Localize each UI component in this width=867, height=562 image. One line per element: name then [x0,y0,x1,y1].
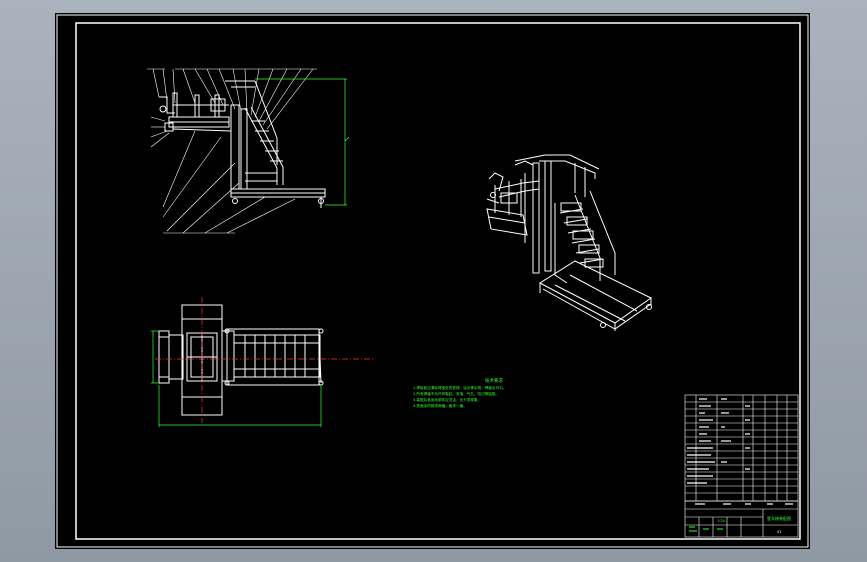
plan-view [158,304,324,416]
cad-viewport[interactable]: 技术要求 1.焊接前应清除焊接处的铁锈、油污等杂物，焊缝应均匀。 2.所有焊缝不… [0,0,867,562]
note-line-1: 1.焊接前应清除焊接处的铁锈、油污等杂物，焊缝应均匀。 [413,385,506,390]
drawing-scale: 1:20 [717,519,725,523]
drawing-name: 登车梯装配图 [767,515,791,521]
side-elevation-view [159,80,326,208]
drawing-sheet[interactable]: 技术要求 1.焊接前应清除焊接处的铁锈、油污等杂物，焊缝应均匀。 2.所有焊缝不… [55,13,810,549]
notes-title: 技术要求 [485,377,503,384]
technical-notes: 技术要求 1.焊接前应清除焊接处的铁锈、油污等杂物，焊缝应均匀。 2.所有焊缝不… [413,377,506,408]
note-line-4: 4.表面涂防锈漆两遍，面漆一遍。 [413,403,467,408]
title-block-text: 登车梯装配图 1:20 01 [717,515,791,534]
isometric-view [486,154,652,331]
drawing-frame [56,14,809,548]
cad-drawing-canvas[interactable]: 技术要求 1.焊接前应清除焊接处的铁锈、油污等杂物，焊缝应均匀。 2.所有焊缝不… [55,13,810,549]
note-line-3: 3.装配后各运动部件应灵活，无卡滞现象。 [413,397,481,402]
note-line-2: 2.所有焊缝不允许有裂纹、夹渣、气孔、咬边等缺陷。 [413,391,499,396]
title-block-green-marks [689,526,723,532]
drawing-sheet-number: 01 [777,530,781,534]
